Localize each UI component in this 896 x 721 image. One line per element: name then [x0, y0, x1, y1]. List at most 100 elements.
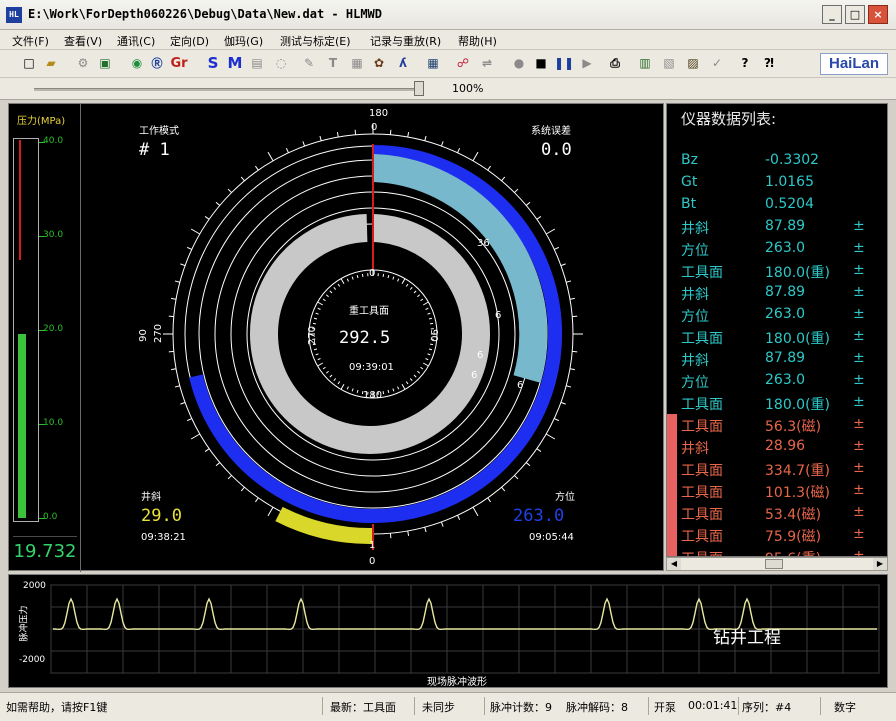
data-list-row[interactable]: 工具面 180.0(重) ± [667, 260, 887, 282]
table-icon[interactable]: ▤ [248, 55, 266, 72]
dial-tick [560, 263, 566, 267]
r-mode-icon[interactable]: Ⓡ [148, 55, 166, 72]
status-time: 00:01:41 [688, 699, 738, 712]
data-list-row[interactable]: 井斜 28.96 ± [667, 436, 887, 458]
data-list-row[interactable]: 工具面 180.0(重) ± [667, 392, 887, 414]
scale-top-label: 180 [369, 108, 389, 119]
dial-tick [180, 263, 186, 267]
center-label: 重工具面 [349, 306, 389, 317]
row-name: 工具面 [681, 397, 723, 413]
dial-tick [554, 246, 560, 250]
data-list-row[interactable]: 方位 263.0 ± [667, 304, 887, 326]
dial-tick [472, 506, 479, 517]
status-help: 如需帮助，请按F1键 [6, 701, 108, 714]
data-list-row[interactable]: 工具面 75.9(磁) ± [667, 524, 887, 546]
row-name: 工具面 [681, 485, 723, 501]
gr-button[interactable]: Gr [170, 55, 188, 72]
data-list-row[interactable]: 工具面 53.4(磁) ± [667, 502, 887, 524]
s-button[interactable]: S [204, 55, 222, 72]
dial-tick [190, 228, 201, 235]
row-value: 28.96 [765, 438, 806, 454]
data-list-row[interactable]: Bt 0.5204 [667, 194, 887, 216]
dial-tick [525, 201, 531, 206]
scale-top-inner-label: 0 [371, 122, 378, 133]
status-sequence: 序列：#4 [742, 701, 792, 714]
open-folder-icon[interactable]: ▰ [42, 55, 60, 72]
ring-label: 6 [477, 350, 484, 361]
dial-tick [180, 401, 186, 405]
scroll-right-icon[interactable]: ▶ [873, 558, 887, 570]
pressure-bar-frame [13, 138, 39, 522]
grid-icon[interactable]: ▦ [348, 55, 366, 72]
data-list-row[interactable]: Gt 1.0165 [667, 172, 887, 194]
data-list-row[interactable]: Bz -0.3302 [667, 150, 887, 172]
dial-tick [215, 201, 221, 206]
play-icon[interactable]: ▶ [578, 55, 596, 72]
close-button[interactable]: × [868, 5, 888, 24]
row-name: 方位 [681, 375, 709, 391]
monitor-icon[interactable]: ▣ [96, 55, 114, 72]
dial-tick [174, 280, 180, 283]
tool-icon[interactable]: ✿ [370, 55, 388, 72]
new-file-icon[interactable]: □ [20, 55, 38, 72]
data-list-row[interactable]: 工具面 101.3(磁) ± [667, 480, 887, 502]
menu-gamma[interactable]: 伽玛(G) [224, 33, 263, 49]
row-value: -0.3302 [765, 152, 820, 168]
azimuth-label: 方位 [555, 492, 575, 503]
scroll-thumb[interactable] [765, 559, 783, 569]
help-icon[interactable]: ? [736, 55, 754, 72]
row-highlight-marker [667, 458, 677, 480]
maximize-button[interactable]: □ [845, 5, 865, 24]
pressure-tick-label: 40.0 [43, 136, 64, 146]
dial-tick [440, 521, 444, 527]
text-icon[interactable]: T [324, 55, 342, 72]
data-list-row[interactable]: 工具面 56.3(磁) ± [667, 414, 887, 436]
dial-tick [569, 368, 575, 371]
filter-icon[interactable]: ▨ [684, 55, 702, 72]
message-icon[interactable]: ◌ [272, 55, 290, 72]
menu-orient[interactable]: 定向(D) [170, 33, 209, 49]
print-icon[interactable]: ⎙ [606, 55, 624, 72]
m-button[interactable]: M [226, 55, 244, 72]
center-dial-tick [361, 273, 364, 277]
data-list-row[interactable]: 方位 263.0 ± [667, 370, 887, 392]
data-list-row[interactable]: 方位 263.0 ± [667, 238, 887, 260]
minimize-button[interactable]: _ [822, 5, 842, 24]
export-icon[interactable]: ▧ [660, 55, 678, 72]
dial-tick [227, 188, 232, 193]
scroll-left-icon[interactable]: ◀ [667, 558, 681, 570]
calc-icon[interactable]: ▥ [636, 55, 654, 72]
pen-icon[interactable]: ✎ [300, 55, 318, 72]
menu-help[interactable]: 帮助(H) [458, 33, 497, 49]
dial-tick [536, 216, 542, 220]
globe-icon[interactable]: ◉ [128, 55, 146, 72]
data-list-row[interactable]: 井斜 87.89 ± [667, 282, 887, 304]
menu-test-calibrate[interactable]: 测试与标定(E) [280, 33, 351, 49]
menu-record-replay[interactable]: 记录与重放(R) [370, 33, 441, 49]
zoom-slider-track[interactable] [34, 88, 420, 91]
transfer-icon[interactable]: ⇌ [478, 55, 496, 72]
dial-tick [472, 151, 479, 162]
stop-icon[interactable]: ■ [532, 55, 550, 72]
data-list-row[interactable]: 井斜 87.89 ± [667, 348, 887, 370]
data-list-row[interactable]: 井斜 87.89 ± [667, 216, 887, 238]
data-list-row[interactable]: 工具面 334.7(重) ± [667, 458, 887, 480]
context-help-icon[interactable]: ⁈ [760, 55, 778, 72]
pin-icon[interactable]: ✓ [708, 55, 726, 72]
dial-tick [514, 475, 519, 480]
network-icon[interactable]: ☍ [454, 55, 472, 72]
data-list-row[interactable]: 工具面 180.0(重) ± [667, 326, 887, 348]
dial-tick [525, 462, 531, 467]
dial-tick [501, 486, 506, 492]
curve-icon[interactable]: ʎ [394, 55, 412, 72]
menu-view[interactable]: 查看(V) [64, 33, 102, 49]
settings-icon[interactable]: ⚙ [74, 55, 92, 72]
menu-comm[interactable]: 通讯(C) [117, 33, 155, 49]
record-icon[interactable]: ● [510, 55, 528, 72]
data-list-scrollbar[interactable]: ◀ ▶ [666, 557, 888, 571]
menu-file[interactable]: 文件(F) [12, 33, 49, 49]
calculator-icon[interactable]: ▦ [424, 55, 442, 72]
pause-icon[interactable]: ❚❚ [554, 55, 574, 72]
data-list-row[interactable]: 工具面 95.6(重) ± [667, 546, 887, 556]
zoom-slider-thumb[interactable] [414, 81, 424, 96]
